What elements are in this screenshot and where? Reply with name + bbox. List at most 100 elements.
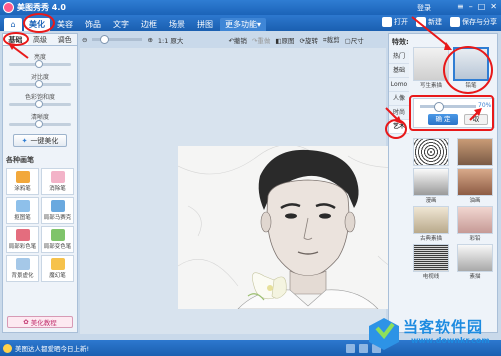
watermark-name: 当客软件园 <box>403 318 484 336</box>
thumb-image <box>457 206 493 234</box>
redo-label: 重做 <box>257 36 271 45</box>
zoom-in-icon[interactable]: ⊕ <box>147 36 152 44</box>
rotate-label: 旋转 <box>304 36 318 45</box>
menu-icon[interactable]: ≡ <box>457 2 464 11</box>
slider-knob[interactable] <box>35 120 43 128</box>
pens-section-title: 各种画笔 <box>6 156 34 164</box>
annotation-circle-pencil <box>443 46 493 94</box>
title-bar: 美图秀秀 4.0 登录 ≡ – □ ✕ <box>0 0 501 15</box>
canvas-area[interactable] <box>80 48 437 334</box>
zoom-out-icon[interactable]: ⊖ <box>82 36 87 44</box>
tab-color[interactable]: 调色 <box>52 34 77 45</box>
effect-tv-lines-thumb[interactable]: 电视线 <box>413 244 449 280</box>
pen-label: 消除笔 <box>49 186 66 192</box>
status-text[interactable]: 美图达人都爱晒今日上新! <box>15 343 89 353</box>
pen-doodle[interactable]: 涂鸦笔 <box>6 168 39 195</box>
pens-grid: 涂鸦笔 消除笔 抠图笔 局部马赛克 局部彩色笔 局部变色笔 背景虚化 魔幻笔 <box>6 168 74 282</box>
slider-knob[interactable] <box>35 100 43 108</box>
watermark-url: www.downkr.com <box>411 336 490 345</box>
minimize-icon[interactable]: – <box>469 2 473 11</box>
pen-bg-blur[interactable]: 背景虚化 <box>6 255 39 282</box>
home-tab[interactable]: ⌂ <box>4 18 22 31</box>
zoom-slider[interactable] <box>92 35 143 44</box>
annotation-rect-popup <box>409 95 494 131</box>
effect-thumb[interactable] <box>457 138 493 166</box>
tab-scene[interactable]: 场景 <box>164 18 190 31</box>
blur-icon <box>15 258 30 270</box>
folder-icon <box>382 17 392 27</box>
slider-track[interactable] <box>9 60 71 68</box>
annotation-circle-beautify <box>23 13 55 33</box>
info-icon <box>3 343 12 353</box>
pen-cutout[interactable]: 抠图笔 <box>6 197 39 224</box>
effects-title: 特效: <box>392 38 409 46</box>
maximize-icon[interactable]: □ <box>478 2 486 11</box>
home-icon: ⌂ <box>10 20 16 29</box>
effect-thumb[interactable] <box>413 138 449 166</box>
rotate-button[interactable]: ⟳旋转 <box>300 35 318 45</box>
pen-eraser[interactable]: 消除笔 <box>41 168 74 195</box>
save-share-button[interactable]: 保存与分享 <box>450 17 497 27</box>
new-button[interactable]: 新建 <box>416 17 442 27</box>
pen-label: 局部变色笔 <box>43 244 72 250</box>
open-button[interactable]: 打开 <box>382 17 408 27</box>
tab-advanced[interactable]: 高级 <box>28 34 53 45</box>
slider-sharpness[interactable]: 清晰度 <box>9 112 71 128</box>
slider-knob[interactable] <box>35 60 43 68</box>
slider-brightness[interactable]: 亮度 <box>9 52 71 68</box>
undo-label: 撤销 <box>233 36 247 45</box>
slider-track[interactable] <box>9 100 71 108</box>
new-label: 新建 <box>428 18 442 26</box>
tab-accessories[interactable]: 饰品 <box>80 18 106 31</box>
category-lomo[interactable]: Lomo <box>389 78 409 92</box>
thumb-image <box>413 206 449 234</box>
effect-comic-thumb[interactable]: 漫画 <box>413 168 449 204</box>
tab-frame[interactable]: 边框 <box>136 18 162 31</box>
category-fashion[interactable]: 时尚 <box>389 106 409 120</box>
thumb-image <box>457 168 493 196</box>
effect-oil-thumb[interactable]: 油画 <box>457 168 493 204</box>
slider-knob[interactable] <box>35 80 43 88</box>
new-icon <box>416 17 426 27</box>
beautify-tutorial-button[interactable]: ✿ 美化教程 <box>7 316 73 328</box>
crop-button[interactable]: ⌗裁剪 <box>323 34 340 45</box>
category-hot[interactable]: 热门 <box>389 50 409 64</box>
tab-beauty[interactable]: 美容 <box>52 18 78 31</box>
pen-mosaic[interactable]: 局部马赛克 <box>41 197 74 224</box>
zoom-original-button[interactable]: 1:1 原大 <box>158 35 184 45</box>
category-portrait[interactable]: 人像 <box>389 92 409 106</box>
thumb-label: 油画 <box>469 198 481 204</box>
effect-classic-sketch-thumb[interactable]: 古典素描 <box>413 206 449 242</box>
pen-label: 涂鸦笔 <box>14 186 31 192</box>
auto-beautify-button[interactable]: ✦ 一键美化 <box>13 134 67 147</box>
pen-label: 背景虚化 <box>11 273 34 279</box>
slider-track[interactable] <box>9 120 71 128</box>
pen-recolor[interactable]: 局部变色笔 <box>41 226 74 253</box>
thumb-image <box>413 244 449 272</box>
slider-saturation[interactable]: 色彩饱和度 <box>9 92 71 108</box>
close-icon[interactable]: ✕ <box>490 2 497 11</box>
pen-local-color[interactable]: 局部彩色笔 <box>6 226 39 253</box>
cutout-icon <box>15 200 30 212</box>
slider-track[interactable] <box>9 80 71 88</box>
thumb-image <box>413 138 449 166</box>
bow-icon: ✿ <box>23 318 29 326</box>
effect-color-pencil-thumb[interactable]: 彩铅 <box>457 206 493 242</box>
thumb-image <box>457 138 493 166</box>
effect-sketch2-thumb[interactable]: 素描 <box>457 244 493 280</box>
tab-more[interactable]: 更多功能▾ <box>220 18 267 31</box>
undo-button[interactable]: ↶撤销 <box>228 35 246 45</box>
pen-magic[interactable]: 魔幻笔 <box>41 255 74 282</box>
status-icon-1[interactable] <box>346 343 355 353</box>
app-title: 美图秀秀 4.0 <box>17 3 66 12</box>
login-link[interactable]: 登录 <box>417 3 431 13</box>
slider-contrast[interactable]: 对比度 <box>9 72 71 88</box>
original-button[interactable]: ◧原图 <box>275 35 294 45</box>
tab-collage[interactable]: 拼图 <box>192 18 218 31</box>
magic-pen-icon <box>50 258 65 270</box>
redo-button[interactable]: ↷重做 <box>252 35 270 45</box>
size-button[interactable]: ▢尺寸 <box>345 35 364 45</box>
tab-text[interactable]: 文字 <box>108 18 134 31</box>
annotation-circle-basic-tab <box>3 32 29 46</box>
category-basic[interactable]: 基础 <box>389 64 409 78</box>
